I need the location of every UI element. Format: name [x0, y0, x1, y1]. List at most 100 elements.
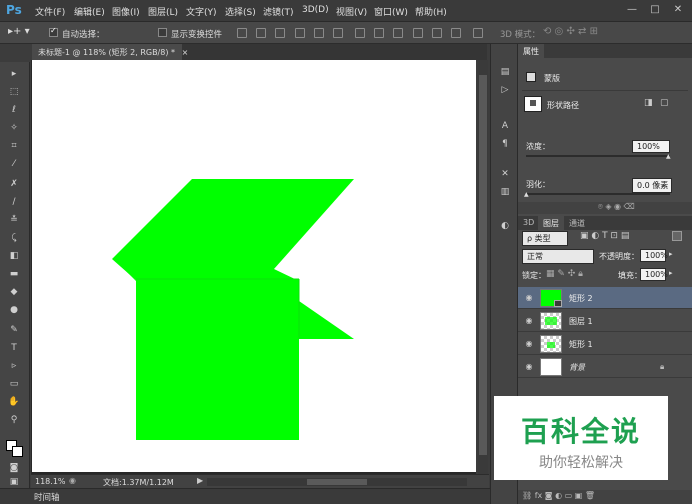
move-tool-icon[interactable]: ▸ [7, 68, 21, 80]
eraser-tool-icon[interactable]: ◧ [7, 250, 21, 262]
menu-3d[interactable]: 3D(D) [302, 5, 329, 15]
restore-button[interactable]: □ [645, 3, 665, 17]
distribute-top-icon[interactable] [355, 28, 365, 38]
align-left-icon[interactable] [295, 28, 305, 38]
layer-row[interactable]: ◉ 矩形 1 [518, 333, 692, 355]
layer-row[interactable]: ◉ 矩形 2 [518, 287, 692, 309]
feather-slider[interactable]: ▲ [524, 191, 670, 198]
distribute-vcenter-icon[interactable] [374, 28, 384, 38]
crop-tool-icon[interactable]: ⌗ [7, 140, 21, 152]
align-top-icon[interactable] [237, 28, 247, 38]
move-tool-icon[interactable]: ▸+ ▾ [8, 26, 30, 37]
zoom-tool-icon[interactable]: ⚲ [7, 414, 21, 426]
healing-brush-icon[interactable]: ✗ [7, 178, 21, 190]
distribute-bottom-icon[interactable] [393, 28, 403, 38]
magic-wand-icon[interactable]: ✧ [7, 122, 21, 134]
gradient-tool-icon[interactable]: ▬ [7, 268, 21, 280]
screen-mode-icon[interactable]: ▣ [7, 476, 21, 488]
tab-layers[interactable]: 图层 [538, 216, 564, 230]
menu-file[interactable]: 文件(F) [35, 5, 65, 18]
menu-filter[interactable]: 滤镜(T) [263, 5, 294, 18]
close-button[interactable]: ✕ [668, 3, 688, 17]
history-panel-icon[interactable]: ▤ [499, 66, 511, 78]
fill-arrow-icon[interactable]: ▸ [669, 269, 673, 277]
align-vcenter-icon[interactable] [256, 28, 266, 38]
mask-action-icons[interactable]: ⌾ ◈ ◉ ⌫ [598, 202, 635, 212]
distribute-right-icon[interactable] [451, 28, 461, 38]
timeline-tab[interactable]: 时间轴 [34, 491, 60, 503]
distribute-left-icon[interactable] [413, 28, 423, 38]
quick-mask-icon[interactable]: ◙ [7, 462, 21, 474]
scrollbar-thumb[interactable] [479, 75, 487, 455]
document-tab[interactable]: 未标题-1 @ 118% (矩形 2, RGB/8) * × [32, 44, 188, 60]
eyedropper-icon[interactable]: ⁄ [7, 158, 21, 170]
lasso-tool-icon[interactable]: ℓ [7, 104, 21, 116]
filter-icons[interactable]: ▣ ◐ T ⊡ ▤ [580, 231, 629, 241]
tab-close-icon[interactable]: × [182, 48, 189, 57]
kind-filter-dropdown[interactable]: ρ 类型 [522, 231, 568, 246]
path-selection-icon[interactable]: ▹ [7, 360, 21, 372]
menu-view[interactable]: 视图(V) [336, 5, 367, 18]
lock-icons[interactable]: ▦ ✎ ✣ 🔒︎ [546, 269, 583, 279]
history-brush-icon[interactable]: ⤹ [7, 232, 21, 244]
dodge-tool-icon[interactable]: ● [7, 304, 21, 316]
adjustments-icon[interactable]: ◐ [499, 220, 511, 232]
visibility-eye-icon[interactable]: ◉ [524, 362, 534, 372]
document-canvas[interactable] [32, 60, 476, 472]
menu-layer[interactable]: 图层(L) [148, 5, 178, 18]
paragraph-panel-icon[interactable]: ¶ [499, 138, 511, 150]
auto-select-checkbox[interactable]: ✓ [49, 26, 58, 37]
marquee-tool-icon[interactable]: ⬚ [7, 86, 21, 98]
opacity-input[interactable]: 100% [640, 249, 668, 262]
feather-input[interactable]: 0.0 像素 [632, 178, 672, 193]
fill-input[interactable]: 100% [640, 268, 668, 281]
density-slider[interactable]: ▲ [526, 153, 671, 160]
minimize-button[interactable]: — [622, 3, 642, 17]
clone-stamp-icon[interactable]: ≛ [7, 214, 21, 226]
layer-row[interactable]: ◉ 背景 🔒︎ [518, 356, 692, 378]
blend-mode-dropdown[interactable]: 正常 [522, 249, 594, 264]
layer-name[interactable]: 矩形 2 [569, 293, 593, 304]
rectangle-tool-icon[interactable]: ▭ [7, 378, 21, 390]
visibility-eye-icon[interactable]: ◉ [524, 293, 534, 303]
visibility-eye-icon[interactable]: ◉ [524, 316, 534, 326]
properties-tab[interactable]: 属性 [518, 44, 544, 58]
tab-channels[interactable]: 通道 [564, 216, 590, 230]
filter-toggle[interactable] [672, 231, 682, 241]
3d-tools-icons[interactable]: ⟲ ◎ ✣ ⇄ ⊞ [543, 26, 598, 37]
layer-name[interactable]: 矩形 1 [569, 339, 593, 350]
blur-tool-icon[interactable]: ◆ [7, 286, 21, 298]
actions-panel-icon[interactable]: ▷ [499, 84, 511, 96]
status-info-icon[interactable]: ◉ [69, 476, 76, 485]
opacity-arrow-icon[interactable]: ▸ [669, 250, 673, 258]
menu-help[interactable]: 帮助(H) [415, 5, 447, 18]
layer-action-icons[interactable]: ⛓ fx ◙ ◐ ▭ ▣ 🗑︎ [522, 491, 595, 500]
density-input[interactable]: 100% [632, 140, 670, 153]
show-transform-checkbox[interactable] [158, 28, 167, 37]
visibility-eye-icon[interactable]: ◉ [524, 339, 534, 349]
menu-edit[interactable]: 编辑(E) [74, 5, 105, 18]
align-right-icon[interactable] [333, 28, 343, 38]
tool-presets-icon[interactable]: ✕ [499, 168, 511, 180]
slider-handle-icon[interactable]: ▲ [524, 191, 529, 198]
menu-select[interactable]: 选择(S) [225, 5, 256, 18]
horizontal-scrollbar[interactable] [207, 478, 467, 486]
background-color-swatch[interactable] [12, 446, 23, 457]
pen-tool-icon[interactable]: ✎ [7, 324, 21, 336]
menu-type[interactable]: 文字(Y) [186, 5, 217, 18]
tab-3d[interactable]: 3D [518, 216, 539, 230]
hand-tool-icon[interactable]: ✋ [7, 396, 21, 408]
type-tool-icon[interactable]: T [7, 342, 21, 354]
horizontal-scrollbar-thumb[interactable] [307, 479, 367, 485]
menu-window[interactable]: 窗口(W) [374, 5, 408, 18]
apply-mask-icon[interactable]: ▢ [660, 98, 669, 108]
zoom-level[interactable]: 118.1% [35, 477, 66, 486]
layer-name[interactable]: 背景 [569, 362, 585, 373]
select-mask-icon[interactable]: ◨ [644, 98, 653, 108]
distribute-hcenter-icon[interactable] [432, 28, 442, 38]
status-menu-arrow-icon[interactable]: ▶ [197, 476, 203, 485]
align-hcenter-icon[interactable] [314, 28, 324, 38]
menu-image[interactable]: 图像(I) [112, 5, 140, 18]
align-bottom-icon[interactable] [275, 28, 285, 38]
character-panel-icon[interactable]: A [499, 120, 511, 132]
